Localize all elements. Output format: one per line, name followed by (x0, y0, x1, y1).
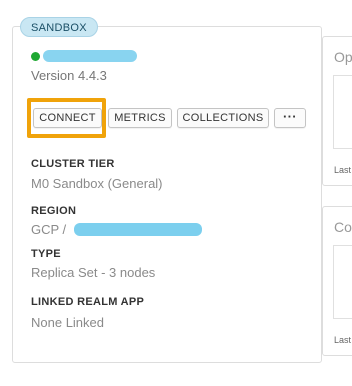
operations-card-caption: Last (334, 165, 352, 175)
operations-card-title: Op (334, 49, 352, 65)
cluster-version: Version 4.4.3 (31, 68, 107, 83)
cluster-tier-value: M0 Sandbox (General) (31, 176, 163, 191)
region-redaction (74, 223, 202, 236)
linked-realm-app-value: None Linked (31, 315, 104, 330)
cluster-name-redaction (43, 50, 137, 62)
region-value: GCP / (31, 222, 67, 237)
status-dot-icon (31, 52, 40, 61)
connections-chart-area (333, 245, 352, 319)
connect-button[interactable]: CONNECT (33, 108, 102, 128)
type-value: Replica Set - 3 nodes (31, 265, 156, 280)
connections-card-title: Co (334, 219, 352, 235)
sandbox-badge: SANDBOX (20, 17, 98, 37)
more-options-button[interactable]: ··· (274, 108, 306, 128)
operations-card: Op Last (322, 36, 352, 186)
type-label: TYPE (31, 248, 61, 260)
connections-card: Co Last (322, 206, 352, 356)
collections-button[interactable]: COLLECTIONS (177, 108, 269, 128)
metrics-button[interactable]: METRICS (108, 108, 172, 128)
operations-chart-area (333, 75, 352, 149)
connections-card-caption: Last (334, 335, 352, 345)
cluster-tier-label: CLUSTER TIER (31, 158, 115, 170)
linked-realm-app-label: LINKED REALM APP (31, 296, 145, 308)
region-label: REGION (31, 205, 77, 217)
